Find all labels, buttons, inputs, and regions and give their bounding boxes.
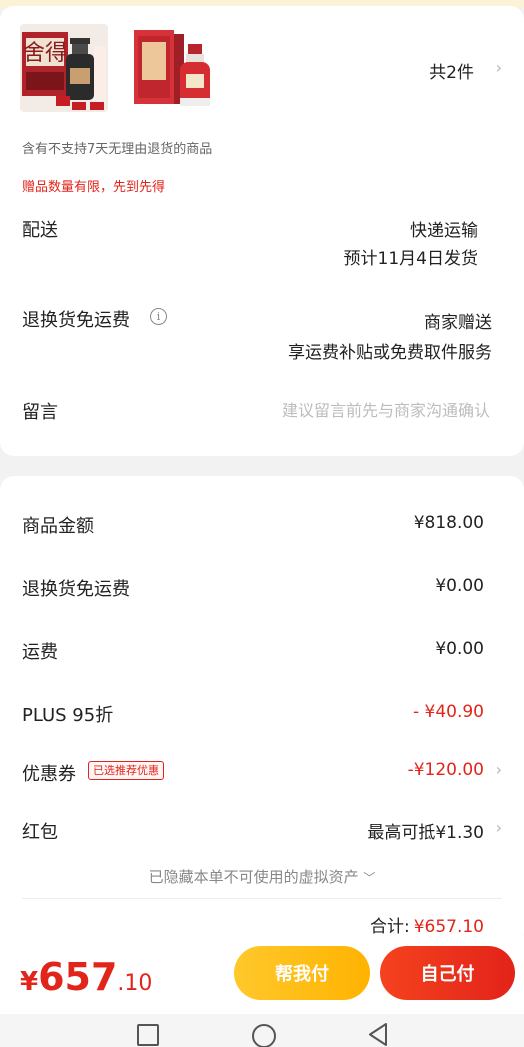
help-pay-button[interactable]: 帮我付 [234, 946, 370, 1000]
redpacket-chevron-right-icon[interactable]: › [496, 818, 502, 837]
final-price: ¥657.10 [20, 955, 152, 999]
final-price-currency: ¥ [20, 967, 39, 997]
hidden-assets-toggle[interactable]: 已隐藏本单不可使用的虚拟资产 ﹀ [0, 866, 524, 887]
coupon-tag: 已选推荐优惠 [88, 761, 164, 780]
shezhidao-bottle-image [132, 24, 220, 112]
goods-amount-label: 商品金额 [22, 516, 94, 537]
return-shipping-value: 商家赠送 [424, 313, 492, 333]
no-return-notice: 含有不支持7天无理由退货的商品 [22, 142, 213, 157]
coupon-label[interactable]: 优惠券 [22, 760, 76, 786]
coupon-value[interactable]: -¥120.00 [408, 760, 484, 780]
product-images[interactable]: 舍得 [20, 24, 220, 114]
product-image-shede[interactable]: 舍得 [20, 24, 108, 112]
gift-limited-notice: 赠品数量有限，先到先得 [22, 180, 166, 195]
chevron-right-icon[interactable]: › [496, 58, 502, 77]
message-input[interactable] [220, 398, 490, 422]
total-line: 合计: ¥657.10 [370, 912, 484, 937]
info-icon[interactable]: i [150, 308, 167, 325]
goods-amount-value: ¥818.00 [413, 513, 484, 533]
shipping-fee-label: 运费 [22, 642, 58, 663]
self-pay-button[interactable]: 自己付 [380, 946, 515, 1000]
total-label: 合计: [369, 917, 410, 937]
plus-discount-label: PLUS 95折 [22, 705, 114, 726]
shede-bottle-image: 舍得 [20, 24, 108, 112]
plus-discount-value: - ¥40.90 [412, 702, 484, 722]
coupon-chevron-right-icon[interactable]: › [496, 760, 502, 779]
product-brand-text: 舍得 [23, 41, 67, 66]
message-label: 留言 [22, 402, 58, 423]
nav-home-circle-icon[interactable] [252, 1024, 276, 1047]
delivery-eta: 预计11月4日发货 [343, 249, 478, 269]
total-value: ¥657.10 [413, 917, 484, 937]
shipping-fee-value: ¥0.00 [435, 639, 484, 659]
chevron-down-icon: ﹀ [363, 871, 376, 885]
delivery-method[interactable]: 快递运输 [410, 216, 478, 241]
hidden-assets-text: 已隐藏本单不可使用的虚拟资产 [148, 868, 359, 886]
redpacket-label[interactable]: 红包 [22, 818, 58, 844]
nav-square-icon[interactable] [137, 1024, 159, 1046]
final-price-decimal: .10 [117, 971, 153, 996]
product-image-shezhidao[interactable] [132, 24, 220, 112]
nav-back-triangle-icon[interactable] [366, 1022, 390, 1047]
return-fee-value: ¥0.00 [435, 576, 484, 596]
return-shipping-detail: 享运费补贴或免费取件服务 [288, 343, 492, 363]
item-count[interactable]: 共2件 [429, 58, 474, 83]
return-shipping-label: 退换货免运费 [22, 310, 130, 331]
divider [22, 898, 502, 899]
redpacket-value[interactable]: 最高可抵¥1.30 [367, 818, 484, 843]
final-price-integer: 657 [38, 955, 118, 999]
delivery-label: 配送 [22, 220, 58, 241]
return-fee-label: 退换货免运费 [22, 579, 130, 600]
